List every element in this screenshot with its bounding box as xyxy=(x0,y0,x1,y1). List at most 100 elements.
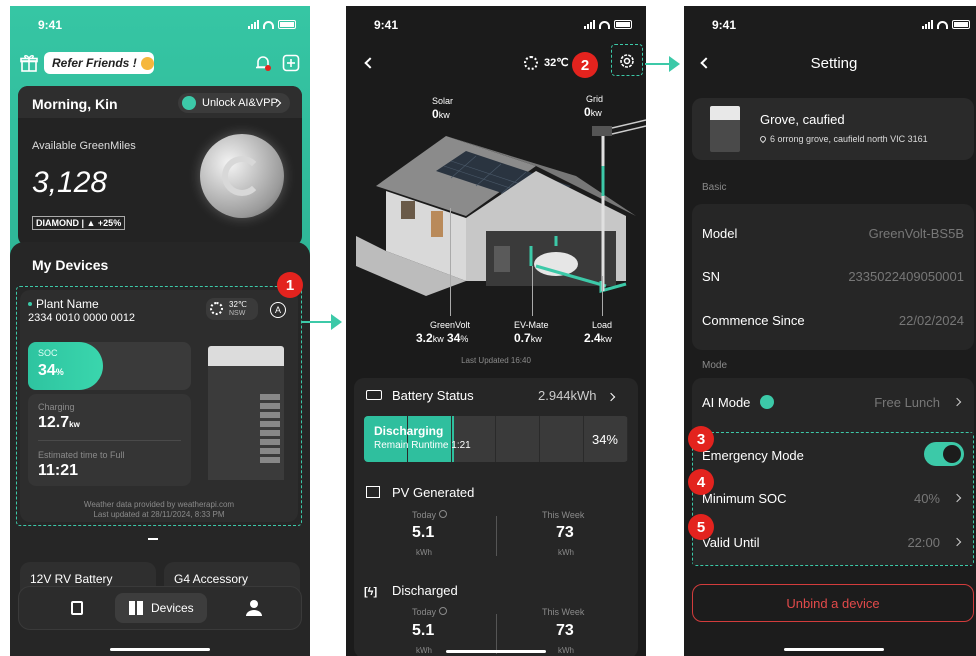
battery-body xyxy=(208,366,284,480)
weather-note: Weather data provided by weatherapi.com xyxy=(83,500,235,509)
soc-value: 34 xyxy=(38,362,56,379)
greenvolt-reading: 3.2kw 34% xyxy=(416,331,468,345)
min-soc-label: Minimum SOC xyxy=(702,491,787,506)
greenvolt-value: 3.2 xyxy=(416,331,433,345)
status-icons xyxy=(248,20,296,29)
remain-runtime: Remain Runtime 1:21 xyxy=(374,440,471,451)
divider xyxy=(496,614,497,654)
plant-card[interactable]: Plant Name 2334 0010 0000 0012 32℃ NSW A… xyxy=(20,290,298,522)
coin-graphic xyxy=(200,134,284,218)
discharged-icon: [ϟ] xyxy=(364,586,378,598)
screen-setting: 9:41 Setting Grove, caufied 6 orrong gro… xyxy=(684,6,976,656)
charging-value: 12.7 xyxy=(38,414,70,431)
charging-unit: kw xyxy=(69,420,80,429)
info-icon[interactable] xyxy=(438,607,447,615)
bell-icon[interactable] xyxy=(254,54,272,72)
header-temp: 32℃ xyxy=(544,57,569,69)
basic-section-label: Basic xyxy=(702,182,727,193)
battery-status-icon xyxy=(366,390,382,400)
mode-section-label: Mode xyxy=(702,360,728,371)
model-label: Model xyxy=(702,226,738,241)
pv-today-unit: kWh xyxy=(416,548,432,557)
greenvolt-pct: 34 xyxy=(447,331,461,345)
callout-badge-3: 3 xyxy=(688,426,714,452)
signal-icon xyxy=(248,20,259,29)
refer-friends-button[interactable]: Refer Friends ! xyxy=(44,52,154,74)
plant-id: 2334 0010 0000 0012 xyxy=(28,312,136,324)
greenvolt-label: GreenVolt xyxy=(430,320,471,330)
wifi-icon xyxy=(263,20,274,29)
greenmiles-label: Available GreenMiles xyxy=(32,140,136,152)
soc-unit: % xyxy=(55,367,64,377)
refer-label: Refer Friends ! xyxy=(52,56,137,70)
flow-arrow-2-head xyxy=(669,56,680,72)
soc-value-wrap: 34% xyxy=(38,362,64,380)
profile-icon[interactable] xyxy=(245,599,263,617)
emoji-icon xyxy=(140,56,154,70)
flow-arrow-1 xyxy=(301,321,331,323)
unlock-ai-vpp-button[interactable]: Unlock AI&VPP xyxy=(178,93,290,113)
online-dot xyxy=(28,302,32,306)
unbind-device-button[interactable]: Unbind a device xyxy=(692,584,974,622)
callout-badge-5: 5 xyxy=(688,514,714,540)
gift-icon[interactable] xyxy=(20,54,38,72)
battery-status-label[interactable]: Battery Status xyxy=(392,388,474,403)
sn-value: 2335022409050001 xyxy=(848,269,964,284)
flow-arrow-2 xyxy=(645,63,669,65)
status-bar: 9:41 xyxy=(684,18,976,34)
device-address-row: 6 orrong grove, caufield north VIC 3161 xyxy=(758,134,928,144)
device-thumbnail xyxy=(710,106,740,152)
callout-badge-1: 1 xyxy=(277,272,303,298)
dis-today-value: 5.1 xyxy=(412,622,435,639)
load-reading: 2.4kw xyxy=(584,331,612,345)
battery-status-value[interactable]: 2.944kWh xyxy=(538,388,597,403)
discharging-label: Discharging xyxy=(374,424,444,438)
divider xyxy=(496,516,497,556)
settings-gear-icon[interactable] xyxy=(618,52,636,70)
valid-until-value: 22:00 xyxy=(907,535,940,550)
back-icon[interactable] xyxy=(364,57,376,69)
greeting-text: Morning, Kin xyxy=(32,96,118,112)
nav-plant-icon[interactable] xyxy=(71,601,83,615)
load-value: 2.4 xyxy=(584,331,601,345)
evmate-reading: 0.7kw xyxy=(514,331,542,345)
evmate-value: 0.7 xyxy=(514,331,531,345)
info-icon[interactable] xyxy=(438,510,447,518)
weather-temp: 32℃ xyxy=(229,300,247,309)
ai-mode-label: AI Mode xyxy=(702,395,751,410)
sun-icon xyxy=(524,56,538,70)
pv-week-unit: kWh xyxy=(558,548,574,557)
status-icons xyxy=(922,20,970,29)
mode-icon[interactable]: A xyxy=(270,302,286,318)
flow-arrow-1-head xyxy=(331,314,342,330)
model-value: GreenVolt-BS5B xyxy=(868,226,964,241)
greenmiles-card[interactable]: Morning, Kin Unlock AI&VPP Available Gre… xyxy=(18,86,302,246)
pv-today-text: Today xyxy=(412,510,437,520)
stage: 9:41 Refer Friends ! Morning, Kin Unlock… xyxy=(0,0,976,656)
add-icon[interactable] xyxy=(282,54,300,72)
commence-value: 22/02/2024 xyxy=(898,313,964,328)
battery-pct: 34% xyxy=(591,432,618,447)
wifi-icon xyxy=(599,20,610,29)
nav-devices-tab[interactable]: Devices xyxy=(115,593,207,623)
ai-badge-icon xyxy=(760,395,774,409)
ai-icon xyxy=(182,96,196,110)
load-unit: kw xyxy=(600,334,612,344)
dis-today-text: Today xyxy=(412,607,437,617)
emergency-toggle[interactable] xyxy=(924,442,964,466)
ai-mode-value: Free Lunch xyxy=(874,395,940,410)
greenvolt-pct-unit: % xyxy=(460,334,469,344)
grid-icon xyxy=(129,601,143,615)
load-pointer xyxy=(602,276,603,316)
device3-name: G4 Accessory xyxy=(174,572,249,586)
battery-unit-image xyxy=(204,346,288,484)
status-time: 9:41 xyxy=(38,18,63,32)
wifi-icon xyxy=(937,20,948,29)
sn-label: SN xyxy=(702,269,721,284)
battery-icon xyxy=(278,20,296,29)
charging-value-wrap: 12.7kw xyxy=(38,414,80,432)
coin-logo xyxy=(222,156,262,196)
valid-until-label: Valid Until xyxy=(702,535,760,550)
nav-devices-label: Devices xyxy=(151,601,194,615)
page-title: Setting xyxy=(810,55,858,72)
